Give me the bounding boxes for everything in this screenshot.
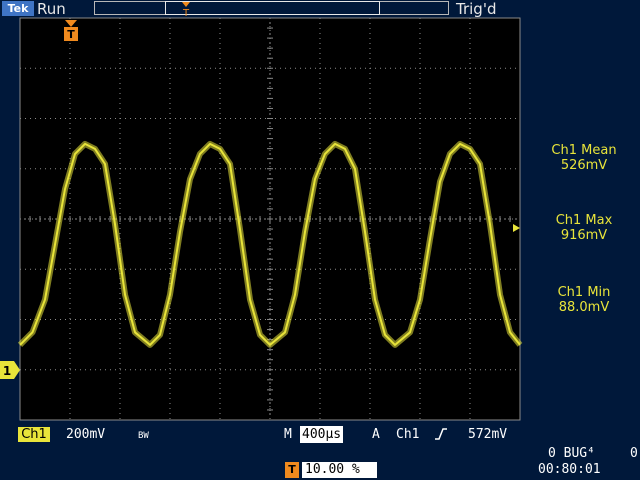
trigger-source[interactable]: Ch1 <box>396 426 419 443</box>
trigger-position-icon-label: T <box>288 463 296 476</box>
timebase-prefix: M <box>284 427 292 442</box>
trigger-position-label: T <box>67 28 75 41</box>
trigger-mode-prefix: A <box>372 427 380 442</box>
measurement-ch1-min-label[interactable]: Ch1 Min <box>528 285 640 300</box>
rising-edge-icon <box>435 428 447 440</box>
vertical-scale[interactable]: 200mV <box>66 426 105 443</box>
trigger-position-percent[interactable]: 10.00 % <box>302 462 377 478</box>
ch1-ground-marker[interactable]: 1 <box>0 361 22 379</box>
trigger-position-icon: T <box>285 462 299 478</box>
timebase-value[interactable]: 400µs <box>300 426 344 443</box>
measurement-ch1-max-label[interactable]: Ch1 Max <box>528 213 640 228</box>
ch1-ground-label: 1 <box>3 364 11 378</box>
measurement-ch1-mean-label[interactable]: Ch1 Mean <box>528 143 640 158</box>
measurement-ch1-max-value: 916mV <box>560 228 608 243</box>
measurement-ch1-min-value: 88.0mV <box>558 300 610 315</box>
bandwidth-limit-icon: BW <box>138 431 149 441</box>
ch1-channel-badge[interactable]: Ch1 <box>18 427 50 442</box>
measurement-ch1-mean-value: 526mV <box>560 158 608 173</box>
clock: 00:80:01 <box>538 462 601 477</box>
counter-right: 0 <box>630 446 638 461</box>
trigger-level[interactable]: 572mV <box>468 426 507 443</box>
waveform-display[interactable]: T <box>0 0 640 424</box>
counter-label: 0 BUG⁴ <box>548 446 595 461</box>
bottom-status-bar: Ch1 200mV BW M 400µs A Ch1 572mV T 10.00… <box>0 424 640 480</box>
